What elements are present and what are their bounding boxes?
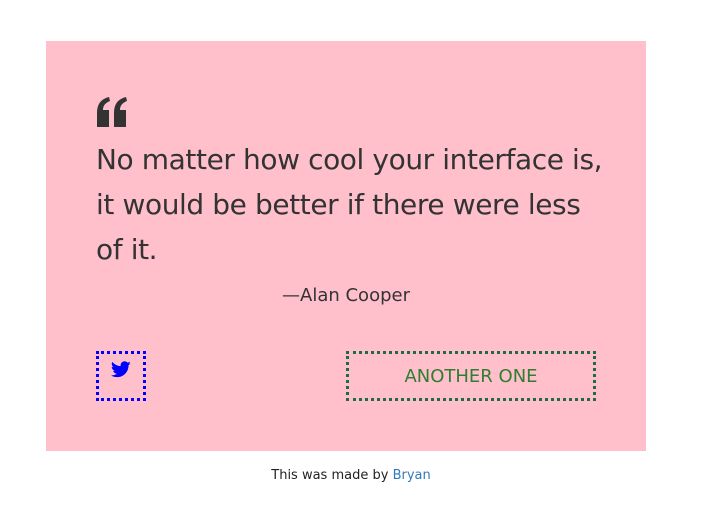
quote-left-icon [96,97,128,127]
twitter-icon [111,361,131,378]
footer-text: This was made by [271,468,393,483]
page: No matter how cool your interface is, it… [0,0,702,514]
quote-author: —Alan Cooper [282,285,410,306]
tweet-button[interactable] [96,351,146,401]
author-link[interactable]: Bryan [393,468,431,483]
quote-text: No matter how cool your interface is, it… [96,143,603,266]
another-quote-button[interactable]: ANOTHER ONE [346,351,596,401]
quote-box: No matter how cool your interface is, it… [46,41,646,451]
footer: This was made by Bryan [0,467,702,485]
